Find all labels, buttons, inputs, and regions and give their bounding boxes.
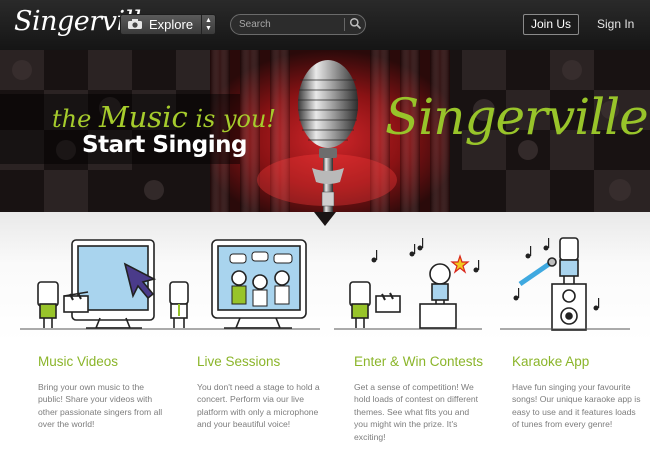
feature-description: Have fun singing your favourite songs! O… [512,382,641,430]
feature-music-videos: Music Videos Bring your own music to the… [38,354,168,431]
hero-notch [314,212,336,226]
contest-illustration [334,238,482,330]
feature-title[interactable]: Enter & Win Contests [354,354,484,369]
explore-label: Explore [149,17,194,32]
tagline-post: is you! [187,105,277,133]
join-us-button[interactable]: Join Us [523,14,579,35]
feature-karaoke-app: Karaoke App Have fun singing your favour… [512,354,642,431]
hero-tagline: the Music is you! [52,100,276,134]
feature-description: Bring your own music to the public! Shar… [38,382,163,430]
music-videos-illustration [20,239,200,330]
tagline-pre: the [52,105,99,133]
karaoke-illustration [500,237,630,331]
top-navigation-bar: Singerville Explore ▲▼ Join Us Sign In [0,0,650,50]
hero-banner: the Music is you! Start Singing Singervi… [0,50,650,212]
live-sessions-illustration [200,239,320,330]
tagline-music: Music [98,100,188,134]
feature-description: Get a sense of competition! We hold load… [354,382,479,442]
illustration-strip [0,212,650,342]
sign-in-link[interactable]: Sign In [597,17,634,31]
hero-logo: Singerville [385,88,649,146]
feature-title[interactable]: Karaoke App [512,354,642,369]
start-singing-heading[interactable]: Start Singing [82,132,247,158]
feature-title[interactable]: Music Videos [38,354,168,369]
dropdown-arrows-icon: ▲ ▼ [201,15,215,34]
search-icon[interactable] [349,17,362,30]
search-box [230,14,366,35]
search-input[interactable] [239,17,339,32]
feature-title[interactable]: Live Sessions [197,354,327,369]
feature-live-sessions: Live Sessions You don't need a stage to … [197,354,327,431]
feature-illustrations [20,212,630,331]
explore-dropdown[interactable]: Explore ▲ ▼ [120,14,216,35]
search-divider [344,18,345,31]
feature-contests: Enter & Win Contests Get a sense of comp… [354,354,484,443]
camera-icon [128,19,142,29]
feature-description: You don't need a stage to hold a concert… [197,382,320,430]
